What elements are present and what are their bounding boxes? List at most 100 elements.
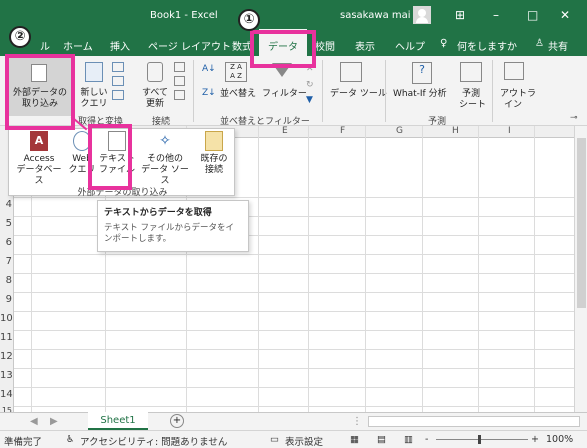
recent-sources-icon[interactable] [112, 90, 124, 100]
normal-view-icon[interactable]: ▦ [350, 434, 359, 445]
user-name[interactable]: sasakawa mai [340, 10, 411, 21]
refresh-all-button[interactable]: すべて 更新 [138, 58, 172, 114]
other-sources-button[interactable]: ✧ その他の データ ソース [139, 131, 191, 186]
close-button[interactable]: ✕ [560, 8, 570, 22]
page-layout-view-icon[interactable]: ▤ [377, 434, 386, 445]
tab-help[interactable]: ヘルプ [395, 38, 425, 53]
what-if-button[interactable]: What-If 分析 [393, 89, 447, 100]
outline-label[interactable]: アウトラ [500, 89, 536, 100]
accessibility-status[interactable]: アクセシビリティ: 問題ありません [80, 434, 227, 448]
forecast-label[interactable]: 予測 [462, 89, 480, 100]
other-sources-label: その他の [146, 154, 183, 164]
column-gridline [534, 126, 535, 415]
properties-icon[interactable] [174, 76, 185, 86]
horizontal-scrollbar[interactable] [368, 416, 580, 427]
column-gridline [365, 126, 366, 415]
row-header[interactable]: 9 [0, 294, 14, 305]
filter-button[interactable]: フィルター [262, 89, 307, 100]
row-header[interactable]: 7 [0, 256, 14, 267]
sheet-tab-bar: ◀ ▶ Sheet1 + ⋮ [0, 412, 587, 430]
tab-split-handle[interactable]: ⋮ [352, 416, 362, 427]
minimize-button[interactable]: – [493, 8, 499, 22]
prev-sheet-icon[interactable]: ◀ [30, 416, 38, 427]
access-database-button[interactable]: A Access データベース [13, 131, 65, 186]
column-header-h[interactable]: H [452, 126, 459, 136]
avatar[interactable] [413, 6, 431, 24]
sort-dialog-icon[interactable]: Z AA Z [225, 62, 247, 82]
column-header-g[interactable]: G [396, 126, 403, 136]
access-label-2: データベース [16, 165, 62, 186]
sort-button[interactable]: 並べ替え [220, 89, 256, 100]
new-query-label: 新しい [80, 88, 108, 98]
sheet-tab-sheet1[interactable]: Sheet1 [88, 412, 148, 430]
collapse-ribbon-icon[interactable]: ⊸ [570, 113, 578, 123]
display-settings-button[interactable]: 表示設定 [285, 434, 323, 448]
data-tools-icon [340, 62, 362, 82]
zoom-slider-thumb[interactable] [478, 435, 481, 444]
tab-review[interactable]: 校閲 [315, 38, 335, 53]
row-header[interactable]: 14 [0, 389, 14, 400]
column-header-i[interactable]: I [508, 126, 511, 136]
tooltip-title: テキストからデータを取得 [104, 208, 212, 218]
step-1-badge: ① [238, 9, 260, 31]
row-gridline [14, 292, 582, 293]
restore-button[interactable]: □ [527, 8, 538, 22]
forecast-icon [460, 62, 482, 82]
vertical-scrollbar[interactable] [574, 126, 587, 412]
tab-home[interactable]: ホーム [63, 38, 93, 53]
row-gridline [14, 254, 582, 255]
group-separator [385, 60, 386, 122]
lightbulb-icon: ♀ [440, 38, 448, 49]
row-header[interactable]: 10 [0, 313, 14, 324]
tab-view[interactable]: 表示 [355, 38, 375, 53]
row-header[interactable]: 5 [0, 218, 14, 229]
share-button[interactable]: 共有 [548, 38, 568, 53]
tab-page-layout[interactable]: ページ レイアウト [148, 38, 231, 53]
row-header[interactable]: 8 [0, 275, 14, 286]
column-gridline [258, 126, 259, 415]
reapply-icon[interactable]: ↻ [306, 80, 314, 90]
page-break-view-icon[interactable]: ▥ [404, 434, 413, 445]
zoom-slider[interactable] [436, 439, 528, 440]
tab-formulas[interactable]: 数式 [232, 38, 252, 53]
share-icon[interactable]: ♙ [535, 38, 544, 49]
row-header[interactable]: 4 [0, 199, 14, 210]
row-header[interactable]: 12 [0, 351, 14, 362]
tab-file[interactable]: ル [40, 38, 50, 53]
ribbon-display-icon[interactable]: ⊞ [455, 8, 465, 22]
add-sheet-button[interactable]: + [170, 414, 184, 428]
what-if-icon: ? [412, 62, 432, 84]
outline-label-2[interactable]: イン [504, 100, 522, 111]
advanced-filter-icon[interactable]: ▼ [306, 95, 313, 105]
column-header-e[interactable]: E [282, 126, 288, 136]
highlight-text-file [88, 124, 132, 190]
column-header-f[interactable]: F [340, 126, 345, 136]
status-bar: 準備完了 ♿ アクセシビリティ: 問題ありません ▭ 表示設定 ▦ ▤ ▥ - … [0, 430, 587, 448]
sort-descending-icon[interactable]: Z↓ [202, 88, 216, 98]
access-label: Access [23, 154, 55, 164]
tab-insert[interactable]: 挿入 [110, 38, 130, 53]
edit-links-icon[interactable] [174, 90, 185, 100]
row-header[interactable]: 6 [0, 237, 14, 248]
forecast-label-2[interactable]: シート [459, 100, 486, 111]
refresh-all-label: すべて [141, 88, 168, 98]
tell-me-search[interactable]: 何をしますか [457, 38, 517, 53]
connections-icon[interactable] [174, 62, 185, 72]
zoom-level[interactable]: 100% [546, 434, 573, 445]
data-tools-button[interactable]: データ ツール [330, 89, 387, 100]
existing-connections-button[interactable]: 既存の 接続 [195, 131, 233, 183]
column-gridline [308, 126, 309, 415]
next-sheet-icon[interactable]: ▶ [50, 416, 58, 427]
zoom-out-button[interactable]: - [425, 434, 428, 445]
tooltip: テキストからデータを取得 テキスト ファイルからデータをインポートします。 [97, 200, 249, 252]
show-queries-icon[interactable] [112, 62, 124, 72]
new-query-label-2: クエリ [80, 99, 108, 109]
new-query-button[interactable]: 新しい クエリ [78, 58, 110, 114]
row-header[interactable]: 11 [0, 332, 14, 343]
other-sources-icon: ✧ [159, 133, 171, 149]
zoom-in-button[interactable]: + [531, 434, 539, 445]
sort-ascending-icon[interactable]: A↓ [202, 64, 216, 74]
from-table-icon[interactable] [112, 76, 124, 86]
row-header[interactable]: 13 [0, 370, 14, 381]
scroll-thumb[interactable] [577, 138, 586, 308]
